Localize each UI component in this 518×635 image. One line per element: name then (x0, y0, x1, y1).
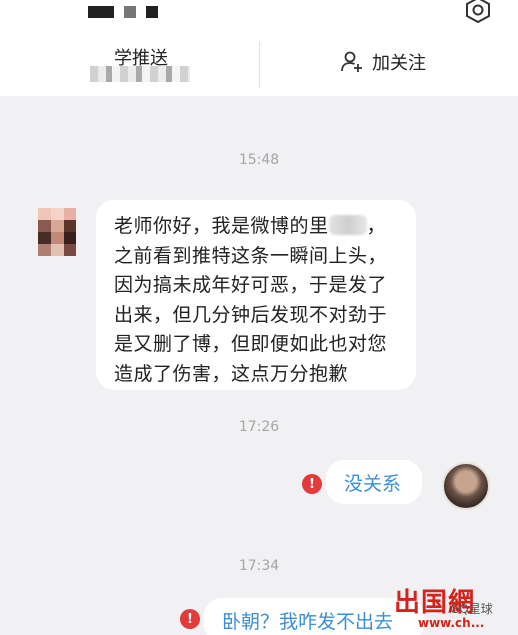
redacted-title (88, 6, 158, 18)
incoming-message[interactable]: 老师你好，我是微博的里 ，之前看到推特这条一瞬间上头，因为搞未成年好可恶，于是发了… (96, 200, 416, 390)
error-icon[interactable]: ! (302, 474, 322, 494)
message-text: 没关系 (344, 472, 402, 495)
error-icon[interactable]: ! (180, 609, 200, 629)
timestamp: 17:26 (238, 419, 280, 435)
watermark-account: GQ星球 (450, 602, 493, 616)
message-text: ，之前看到推特这条一瞬间上头，因为搞未成年好可恶，于是发了出来，但几分钟后发现不… (114, 215, 388, 385)
tab-recommend[interactable]: 学推送 (90, 44, 220, 84)
avatar[interactable] (442, 462, 490, 510)
mosaic-redaction (90, 66, 190, 82)
timestamp: 17:34 (238, 558, 280, 574)
blurred-name (328, 215, 367, 235)
add-user-icon (341, 51, 362, 72)
avatar[interactable] (38, 208, 76, 256)
follow-label: 加关注 (372, 53, 426, 74)
outgoing-message[interactable]: 没关系 (326, 460, 422, 504)
message-text: 老师你好，我是微博的里 (114, 215, 329, 237)
follow-button[interactable]: 加关注 (340, 44, 426, 80)
top-bar: 学推送 加关注 (0, 0, 518, 96)
divider (259, 42, 260, 88)
timestamp: 15:48 (238, 152, 280, 168)
gear-icon[interactable] (462, 0, 494, 26)
message-text: 卧朝？我咋发不出去 (222, 610, 394, 633)
watermark-url: www.ch... (418, 616, 485, 630)
outgoing-message[interactable]: 卧朝？我咋发不出去 (204, 598, 424, 635)
chat-area[interactable]: 15:48 老师你好，我是微博的里 ，之前看到推特这条一瞬间上头，因为搞未成年好可… (0, 96, 518, 635)
